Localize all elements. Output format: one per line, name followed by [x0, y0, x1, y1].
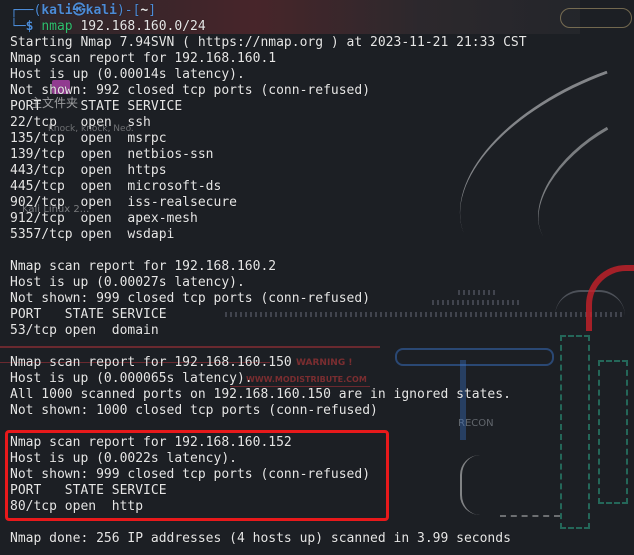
- output-line: Starting Nmap 7.94SVN ( https://nmap.org…: [10, 35, 527, 50]
- command-line[interactable]: └─$ nmap 192.168.160.0/24: [10, 19, 206, 35]
- output-line: 139/tcp open netbios-ssn: [10, 147, 214, 162]
- terminal-window[interactable]: ┌──(kali㉿kali)-[~] └─$ nmap 192.168.160.…: [0, 0, 634, 555]
- prompt-frame-mid: )-[: [116, 3, 141, 18]
- output-line: 22/tcp open ssh: [10, 115, 151, 130]
- output-line: Not shown: 1000 closed tcp ports (conn-r…: [10, 403, 378, 418]
- output-line: Not shown: 992 closed tcp ports (conn-re…: [10, 83, 371, 98]
- output-line: All 1000 scanned ports on 192.168.160.15…: [10, 387, 511, 402]
- highlight-box: [5, 430, 389, 521]
- output-line: Host is up (0.00027s latency).: [10, 275, 245, 290]
- output-line: Host is up (0.000065s latency).: [10, 371, 253, 386]
- command-name: nmap: [41, 19, 73, 34]
- output-line: Nmap scan report for 192.168.160.150: [10, 355, 292, 370]
- command-args: 192.168.160.0/24: [72, 19, 206, 34]
- prompt-frame-open: ┌──(: [10, 3, 42, 18]
- output-line: 5357/tcp open wsdapi: [10, 227, 175, 242]
- output-line: 912/tcp open apex-mesh: [10, 211, 198, 226]
- output-line: 443/tcp open https: [10, 163, 167, 178]
- prompt-prefix: └─: [10, 19, 26, 34]
- output-line: Not shown: 999 closed tcp ports (conn-re…: [10, 291, 371, 306]
- output-line: 902/tcp open iss-realsecure: [10, 195, 237, 210]
- output-line: 445/tcp open microsoft-ds: [10, 179, 222, 194]
- output-line: 135/tcp open msrpc: [10, 131, 167, 146]
- output-line: PORT STATE SERVICE: [10, 307, 167, 322]
- output-line: Nmap scan report for 192.168.160.2: [10, 259, 277, 274]
- output-line: Nmap done: 256 IP addresses (4 hosts up)…: [10, 531, 511, 546]
- output-line: PORT STATE SERVICE: [10, 99, 183, 114]
- prompt-user-host: kali㉿kali: [41, 3, 117, 18]
- prompt-frame-close: ]: [148, 3, 157, 18]
- output-line: Nmap scan report for 192.168.160.1: [10, 51, 277, 66]
- output-line: 53/tcp open domain: [10, 323, 159, 338]
- output-line: Host is up (0.00014s latency).: [10, 67, 245, 82]
- prompt-line-1: ┌──(kali㉿kali)-[~]: [10, 3, 156, 19]
